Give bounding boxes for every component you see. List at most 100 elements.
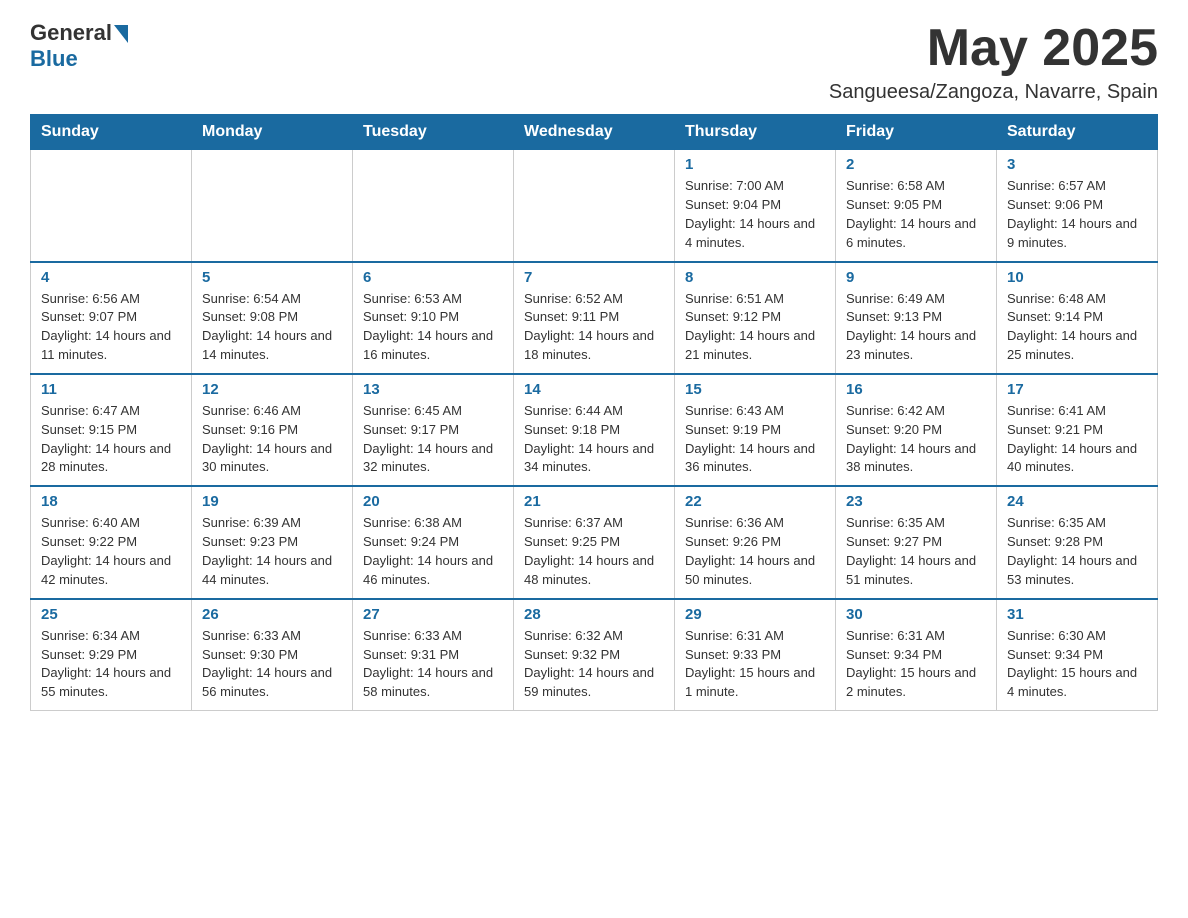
header-tuesday: Tuesday: [353, 115, 514, 150]
calendar-cell: 11 Sunrise: 6:47 AM Sunset: 9:15 PM Dayli…: [31, 374, 192, 486]
day-info: Sunrise: 6:57 AM Sunset: 9:06 PM Dayligh…: [1007, 177, 1147, 252]
logo-blue-text: Blue: [30, 46, 78, 72]
logo-arrow-icon: [114, 25, 128, 43]
day-info: Sunrise: 6:35 AM Sunset: 9:28 PM Dayligh…: [1007, 514, 1147, 589]
calendar-cell: [192, 150, 353, 262]
day-number: 22: [685, 493, 825, 510]
title-section: May 2025 Sangueesa/Zangoza, Navarre, Spa…: [829, 20, 1158, 104]
day-info: Sunrise: 6:58 AM Sunset: 9:05 PM Dayligh…: [846, 177, 986, 252]
calendar-cell: 14 Sunrise: 6:44 AM Sunset: 9:18 PM Dayli…: [514, 374, 675, 486]
calendar-cell: [353, 150, 514, 262]
calendar-cell: 19 Sunrise: 6:39 AM Sunset: 9:23 PM Dayli…: [192, 486, 353, 598]
day-number: 23: [846, 493, 986, 510]
calendar-cell: 18Sunrise: 6:40 AM Sunset: 9:22 PM Dayli…: [31, 486, 192, 598]
calendar-cell: 29 Sunrise: 6:31 AM Sunset: 9:33 PM Dayli…: [675, 599, 836, 711]
day-number: 9: [846, 269, 986, 286]
day-number: 10: [1007, 269, 1147, 286]
day-number: 26: [202, 606, 342, 623]
calendar-cell: 5 Sunrise: 6:54 AM Sunset: 9:08 PM Daylig…: [192, 262, 353, 374]
calendar-cell: 7 Sunrise: 6:52 AM Sunset: 9:11 PM Daylig…: [514, 262, 675, 374]
logo: General Blue: [30, 20, 128, 72]
header-wednesday: Wednesday: [514, 115, 675, 150]
calendar-cell: 17Sunrise: 6:41 AM Sunset: 9:21 PM Dayli…: [997, 374, 1158, 486]
day-number: 31: [1007, 606, 1147, 623]
day-info: Sunrise: 6:53 AM Sunset: 9:10 PM Dayligh…: [363, 290, 503, 365]
calendar-cell: 10 Sunrise: 6:48 AM Sunset: 9:14 PM Dayli…: [997, 262, 1158, 374]
calendar-cell: 9Sunrise: 6:49 AM Sunset: 9:13 PM Daylig…: [836, 262, 997, 374]
calendar-cell: 21Sunrise: 6:37 AM Sunset: 9:25 PM Dayli…: [514, 486, 675, 598]
day-number: 28: [524, 606, 664, 623]
day-info: Sunrise: 6:46 AM Sunset: 9:16 PM Dayligh…: [202, 402, 342, 477]
header-friday: Friday: [836, 115, 997, 150]
page-header: General Blue May 2025 Sangueesa/Zangoza,…: [30, 20, 1158, 104]
day-info: Sunrise: 6:42 AM Sunset: 9:20 PM Dayligh…: [846, 402, 986, 477]
calendar-cell: 31Sunrise: 6:30 AM Sunset: 9:34 PM Dayli…: [997, 599, 1158, 711]
calendar-week-row: 11 Sunrise: 6:47 AM Sunset: 9:15 PM Dayli…: [31, 374, 1158, 486]
day-number: 29: [685, 606, 825, 623]
day-info: Sunrise: 6:54 AM Sunset: 9:08 PM Dayligh…: [202, 290, 342, 365]
day-number: 2: [846, 156, 986, 173]
day-info: Sunrise: 6:33 AM Sunset: 9:30 PM Dayligh…: [202, 627, 342, 702]
calendar-cell: 13Sunrise: 6:45 AM Sunset: 9:17 PM Dayli…: [353, 374, 514, 486]
day-number: 13: [363, 381, 503, 398]
day-info: Sunrise: 6:34 AM Sunset: 9:29 PM Dayligh…: [41, 627, 181, 702]
calendar-cell: [514, 150, 675, 262]
day-info: Sunrise: 6:39 AM Sunset: 9:23 PM Dayligh…: [202, 514, 342, 589]
calendar-cell: 12 Sunrise: 6:46 AM Sunset: 9:16 PM Dayli…: [192, 374, 353, 486]
header-sunday: Sunday: [31, 115, 192, 150]
day-number: 4: [41, 269, 181, 286]
day-number: 7: [524, 269, 664, 286]
day-info: Sunrise: 6:44 AM Sunset: 9:18 PM Dayligh…: [524, 402, 664, 477]
calendar-cell: 23 Sunrise: 6:35 AM Sunset: 9:27 PM Dayli…: [836, 486, 997, 598]
day-info: Sunrise: 6:52 AM Sunset: 9:11 PM Dayligh…: [524, 290, 664, 365]
day-number: 19: [202, 493, 342, 510]
header-thursday: Thursday: [675, 115, 836, 150]
calendar-cell: 4 Sunrise: 6:56 AM Sunset: 9:07 PM Daylig…: [31, 262, 192, 374]
day-number: 14: [524, 381, 664, 398]
header-monday: Monday: [192, 115, 353, 150]
calendar-header-row: Sunday Monday Tuesday Wednesday Thursday…: [31, 115, 1158, 150]
day-info: Sunrise: 6:56 AM Sunset: 9:07 PM Dayligh…: [41, 290, 181, 365]
day-info: Sunrise: 6:31 AM Sunset: 9:34 PM Dayligh…: [846, 627, 986, 702]
day-number: 27: [363, 606, 503, 623]
day-number: 5: [202, 269, 342, 286]
day-info: Sunrise: 6:51 AM Sunset: 9:12 PM Dayligh…: [685, 290, 825, 365]
calendar-cell: 3Sunrise: 6:57 AM Sunset: 9:06 PM Daylig…: [997, 150, 1158, 262]
day-number: 18: [41, 493, 181, 510]
day-number: 21: [524, 493, 664, 510]
calendar-cell: 1 Sunrise: 7:00 AM Sunset: 9:04 PM Daylig…: [675, 150, 836, 262]
calendar-cell: 30Sunrise: 6:31 AM Sunset: 9:34 PM Dayli…: [836, 599, 997, 711]
day-number: 25: [41, 606, 181, 623]
calendar-cell: 2 Sunrise: 6:58 AM Sunset: 9:05 PM Daylig…: [836, 150, 997, 262]
day-number: 24: [1007, 493, 1147, 510]
day-number: 1: [685, 156, 825, 173]
calendar-cell: 8 Sunrise: 6:51 AM Sunset: 9:12 PM Daylig…: [675, 262, 836, 374]
day-number: 6: [363, 269, 503, 286]
day-number: 16: [846, 381, 986, 398]
calendar-cell: 25 Sunrise: 6:34 AM Sunset: 9:29 PM Dayli…: [31, 599, 192, 711]
day-number: 11: [41, 381, 181, 398]
day-info: Sunrise: 6:48 AM Sunset: 9:14 PM Dayligh…: [1007, 290, 1147, 365]
day-info: Sunrise: 6:31 AM Sunset: 9:33 PM Dayligh…: [685, 627, 825, 702]
location-text: Sangueesa/Zangoza, Navarre, Spain: [829, 81, 1158, 104]
day-info: Sunrise: 7:00 AM Sunset: 9:04 PM Dayligh…: [685, 177, 825, 252]
day-number: 8: [685, 269, 825, 286]
day-info: Sunrise: 6:38 AM Sunset: 9:24 PM Dayligh…: [363, 514, 503, 589]
calendar-week-row: 25 Sunrise: 6:34 AM Sunset: 9:29 PM Dayli…: [31, 599, 1158, 711]
header-saturday: Saturday: [997, 115, 1158, 150]
calendar-table: Sunday Monday Tuesday Wednesday Thursday…: [30, 114, 1158, 711]
calendar-cell: 26 Sunrise: 6:33 AM Sunset: 9:30 PM Dayli…: [192, 599, 353, 711]
calendar-week-row: 18Sunrise: 6:40 AM Sunset: 9:22 PM Dayli…: [31, 486, 1158, 598]
month-title: May 2025: [829, 20, 1158, 77]
calendar-cell: [31, 150, 192, 262]
day-number: 12: [202, 381, 342, 398]
calendar-week-row: 1 Sunrise: 7:00 AM Sunset: 9:04 PM Daylig…: [31, 150, 1158, 262]
calendar-cell: 15Sunrise: 6:43 AM Sunset: 9:19 PM Dayli…: [675, 374, 836, 486]
day-info: Sunrise: 6:32 AM Sunset: 9:32 PM Dayligh…: [524, 627, 664, 702]
calendar-cell: 6 Sunrise: 6:53 AM Sunset: 9:10 PM Daylig…: [353, 262, 514, 374]
day-number: 17: [1007, 381, 1147, 398]
day-info: Sunrise: 6:43 AM Sunset: 9:19 PM Dayligh…: [685, 402, 825, 477]
day-info: Sunrise: 6:47 AM Sunset: 9:15 PM Dayligh…: [41, 402, 181, 477]
logo-general-text: General: [30, 20, 112, 46]
day-info: Sunrise: 6:35 AM Sunset: 9:27 PM Dayligh…: [846, 514, 986, 589]
